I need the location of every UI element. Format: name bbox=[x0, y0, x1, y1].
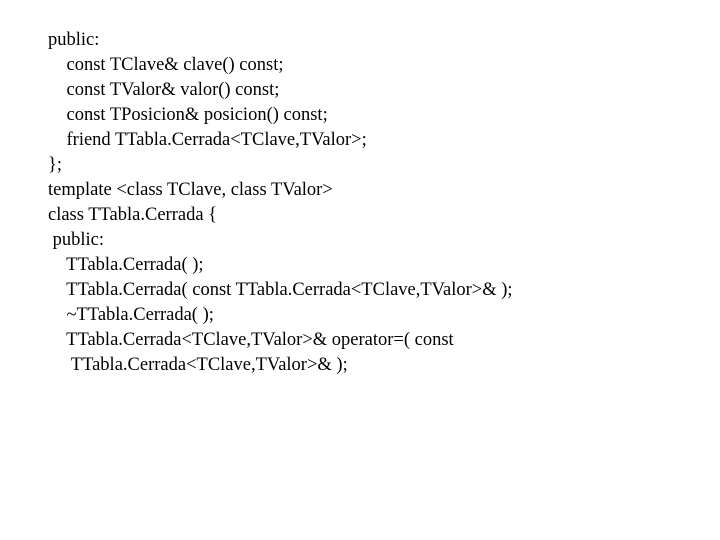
code-line: TTabla.Cerrada( ); bbox=[48, 253, 720, 278]
code-line: friend TTabla.Cerrada<TClave,TValor>; bbox=[48, 128, 720, 153]
code-line: public: bbox=[48, 28, 720, 53]
code-line: TTabla.Cerrada<TClave,TValor>& ); bbox=[48, 353, 720, 378]
code-line: ~TTabla.Cerrada( ); bbox=[48, 303, 720, 328]
code-line: public: bbox=[48, 228, 720, 253]
code-line: TTabla.Cerrada( const TTabla.Cerrada<TCl… bbox=[48, 278, 720, 303]
code-block: public: const TClave& clave() const; con… bbox=[0, 0, 720, 378]
code-line: }; bbox=[48, 153, 720, 178]
code-line: class TTabla.Cerrada { bbox=[48, 203, 720, 228]
code-line: const TClave& clave() const; bbox=[48, 53, 720, 78]
code-line: template <class TClave, class TValor> bbox=[48, 178, 720, 203]
code-line: const TPosicion& posicion() const; bbox=[48, 103, 720, 128]
code-line: const TValor& valor() const; bbox=[48, 78, 720, 103]
code-line: TTabla.Cerrada<TClave,TValor>& operator=… bbox=[48, 328, 720, 353]
